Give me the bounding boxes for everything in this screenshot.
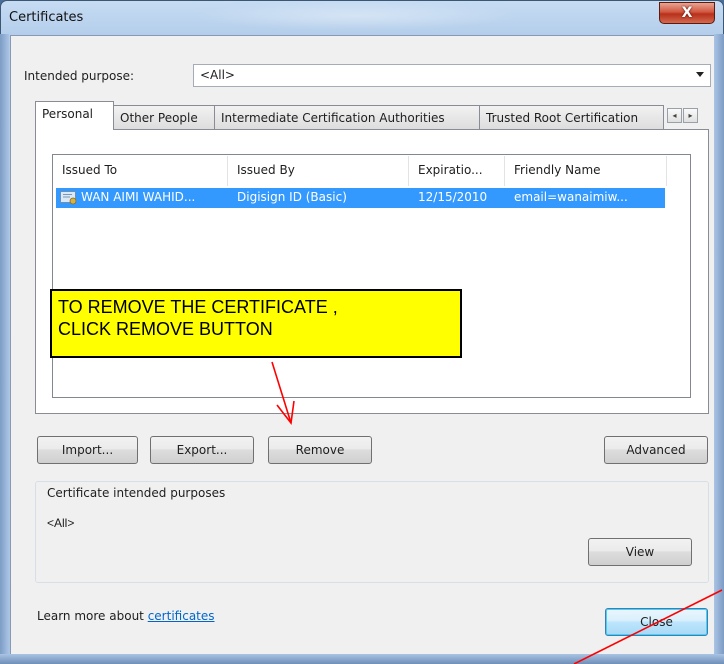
cell-issued-by: Digisign ID (Basic)	[237, 190, 347, 204]
close-button[interactable]: Close	[605, 608, 708, 636]
cell-friendly-name: email=wanaimiw...	[514, 190, 628, 204]
tab-label: Intermediate Certification Authorities	[221, 111, 445, 125]
certificate-icon	[60, 191, 77, 205]
tab-other-people[interactable]: Other People	[113, 105, 215, 130]
column-issued-to[interactable]: Issued To	[53, 156, 228, 186]
title-bar[interactable]: Certificates X	[1, 1, 723, 35]
chevron-down-icon	[696, 72, 704, 77]
title-glow	[191, 1, 521, 31]
intended-purpose-label: Intended purpose:	[24, 69, 135, 83]
advanced-button[interactable]: Advanced	[604, 436, 708, 464]
certificate-purposes-value: <All>	[47, 516, 75, 530]
intended-purpose-dropdown[interactable]: <All>	[193, 64, 711, 87]
window-title: Certificates	[9, 10, 84, 25]
intended-purpose-value: <All>	[200, 68, 235, 82]
tab-intermediate-ca[interactable]: Intermediate Certification Authorities	[214, 105, 480, 130]
tab-trusted-root[interactable]: Trusted Root Certification	[479, 105, 664, 130]
cell-expiration: 12/15/2010	[418, 190, 488, 204]
cell-issued-to: WAN AIMI WAHID...	[81, 190, 196, 204]
import-button[interactable]: Import...	[37, 436, 138, 464]
column-friendly-name[interactable]: Friendly Name	[505, 156, 667, 186]
window-close-button[interactable]: X	[659, 2, 715, 24]
table-row[interactable]: WAN AIMI WAHID... Digisign ID (Basic) 12…	[56, 188, 665, 208]
tab-label: Other People	[120, 111, 198, 125]
certificates-link[interactable]: certificates	[148, 609, 215, 623]
export-button[interactable]: Export...	[150, 436, 254, 464]
window-frame-left	[0, 34, 9, 664]
tab-label: Trusted Root Certification	[486, 111, 639, 125]
column-expiration[interactable]: Expiratio...	[409, 156, 505, 186]
annotation-callout: TO REMOVE THE CERTIFICATE , CLICK REMOVE…	[50, 289, 462, 358]
tab-scroll-left-icon[interactable]: ◂	[667, 108, 682, 123]
tab-personal[interactable]: Personal	[35, 101, 114, 130]
annotation-line-1: TO REMOVE THE CERTIFICATE ,	[58, 297, 338, 317]
column-issued-by[interactable]: Issued By	[228, 156, 409, 186]
tab-scroll-right-icon[interactable]: ▸	[683, 108, 698, 123]
tab-label: Personal	[42, 107, 94, 121]
window-frame-bottom	[0, 654, 724, 664]
learn-more-prefix: Learn more about	[37, 609, 144, 623]
remove-button[interactable]: Remove	[268, 436, 372, 464]
annotation-line-2: CLICK REMOVE BUTTON	[58, 319, 273, 339]
window-frame-right	[714, 34, 724, 664]
view-button[interactable]: View	[588, 538, 692, 566]
certificate-purposes-label: Certificate intended purposes	[44, 486, 230, 500]
learn-more-text: Learn more about certificates	[37, 609, 215, 623]
certificate-list[interactable]: Issued To Issued By Expiratio... Friendl…	[52, 154, 691, 398]
